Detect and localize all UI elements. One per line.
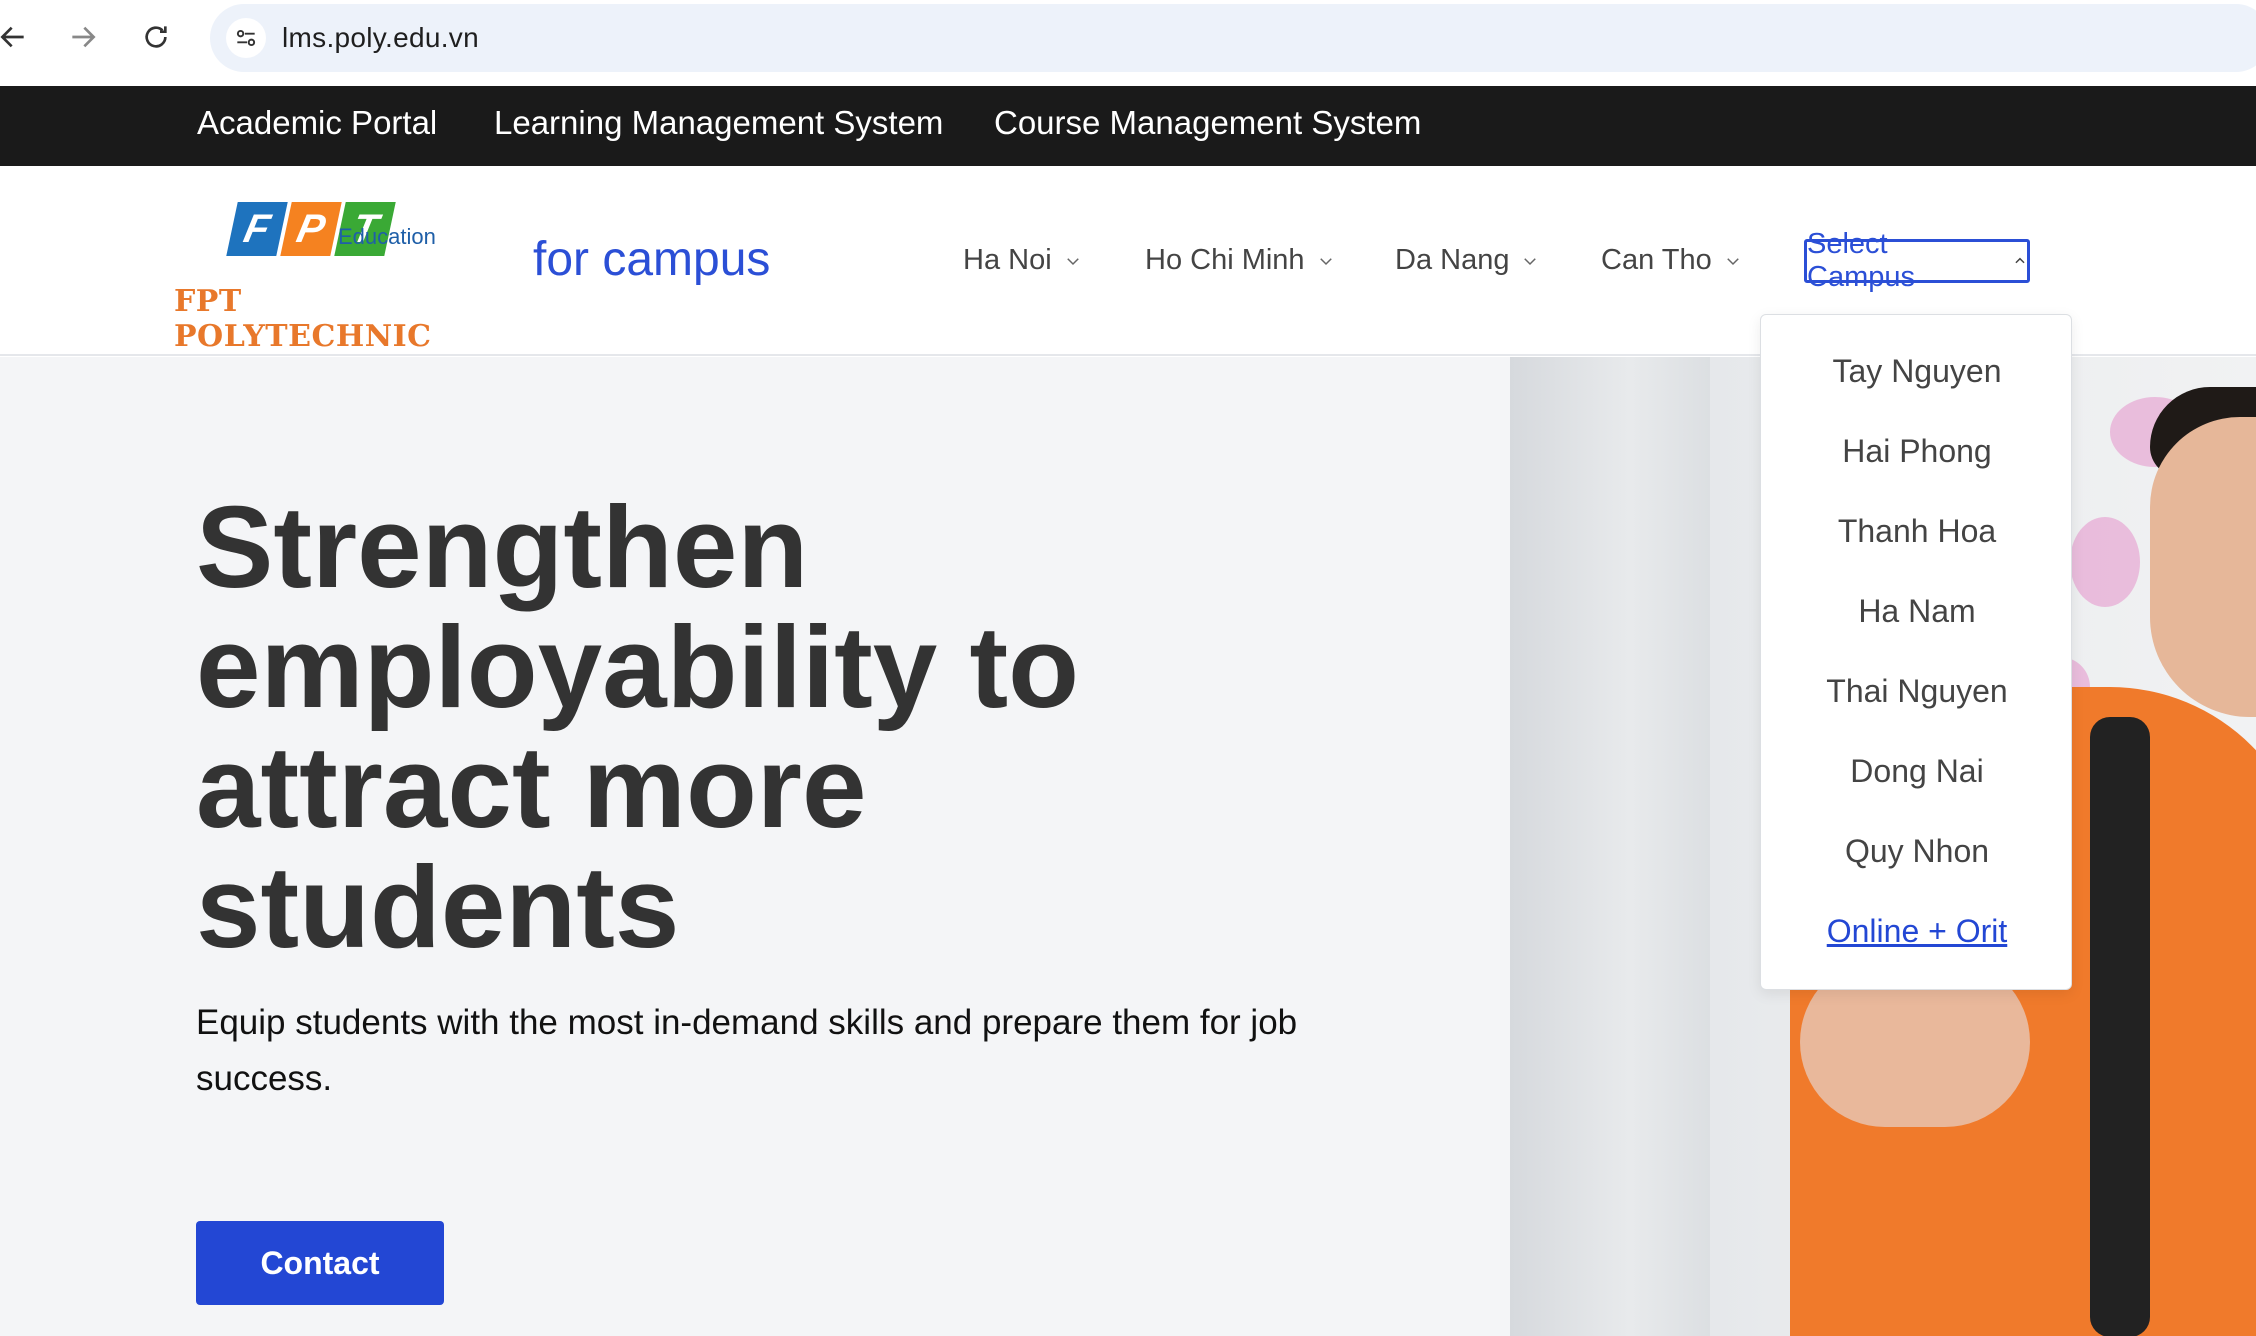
academic-portal-link[interactable]: Academic Portal <box>197 104 437 142</box>
browser-toolbar: lms.poly.edu.vn <box>0 0 2256 86</box>
logo-polytechnic-text: FPT POLYTECHNIC <box>174 284 432 354</box>
fpt-polytechnic-logo[interactable]: F P T Education FPT POLYTECHNIC <box>170 202 500 354</box>
photo-blossom <box>2070 517 2140 607</box>
cms-link[interactable]: Course Management System <box>994 104 1421 142</box>
chevron-down-icon <box>1319 257 1332 265</box>
dropdown-item-tay-nguyen[interactable]: Tay Nguyen <box>1761 353 2073 390</box>
lms-link[interactable]: Learning Management System <box>494 104 943 142</box>
photo-face <box>2150 417 2256 717</box>
dropdown-item-ha-nam[interactable]: Ha Nam <box>1761 593 2073 630</box>
site-settings-icon[interactable] <box>226 18 266 58</box>
select-campus-button[interactable]: Select Campus <box>1804 228 2030 293</box>
reload-button[interactable] <box>133 14 179 60</box>
menu-da-nang[interactable]: Da Nang <box>1395 244 1539 277</box>
hero-subtitle: Equip students with the most in-demand s… <box>196 1003 1298 1098</box>
url-text: lms.poly.edu.vn <box>282 22 479 53</box>
contact-button[interactable]: Contact <box>196 1221 444 1305</box>
dropdown-item-thai-nguyen[interactable]: Thai Nguyen <box>1761 673 2073 710</box>
menu-label: Can Tho <box>1601 244 1712 276</box>
address-bar[interactable]: lms.poly.edu.vn <box>210 4 2256 72</box>
photo-pillar <box>1510 357 1710 1336</box>
photo-strap <box>2090 717 2150 1336</box>
fpt-letter-f: F <box>226 202 288 256</box>
dropdown-item-thanh-hoa[interactable]: Thanh Hoa <box>1761 513 2073 550</box>
chevron-down-icon <box>1524 257 1537 265</box>
dropdown-item-dong-nai[interactable]: Dong Nai <box>1761 753 2073 790</box>
dropdown-item-quy-nhon[interactable]: Quy Nhon <box>1761 833 2073 870</box>
chevron-down-icon <box>1066 257 1079 265</box>
arrow-right-icon <box>72 26 96 48</box>
reload-icon <box>145 26 167 48</box>
menu-label: Da Nang <box>1395 244 1510 276</box>
portal-nav-bar: Academic Portal Learning Management Syst… <box>0 86 2256 166</box>
campus-dropdown-menu: Tay Nguyen Hai Phong Thanh Hoa Ha Nam Th… <box>1760 314 2072 990</box>
menu-ha-noi[interactable]: Ha Noi <box>963 244 1082 277</box>
hero-title: Strengthen employability to attract more… <box>196 482 1080 972</box>
logo-education-text: Education <box>338 224 436 249</box>
back-button[interactable] <box>0 14 36 60</box>
menu-label: Ha Noi <box>963 244 1052 276</box>
arrow-left-icon <box>0 26 24 48</box>
menu-ho-chi-minh[interactable]: Ho Chi Minh <box>1145 244 1335 277</box>
hero-section: Strengthen employability to attract more… <box>0 357 1510 1336</box>
menu-can-tho[interactable]: Can Tho <box>1601 244 1742 277</box>
dropdown-item-hai-phong[interactable]: Hai Phong <box>1761 433 2073 470</box>
menu-label: Ho Chi Minh <box>1145 244 1305 276</box>
chevron-down-icon <box>1726 257 1739 265</box>
select-campus-label: Select Campus <box>1807 228 1915 293</box>
fpt-letter-p: P <box>280 202 342 256</box>
dropdown-item-online-orit[interactable]: Online + Orit <box>1761 913 2073 950</box>
forward-button[interactable] <box>60 14 106 60</box>
chevron-up-icon <box>2015 257 2025 264</box>
for-campus-tagline: for campus <box>533 233 771 286</box>
